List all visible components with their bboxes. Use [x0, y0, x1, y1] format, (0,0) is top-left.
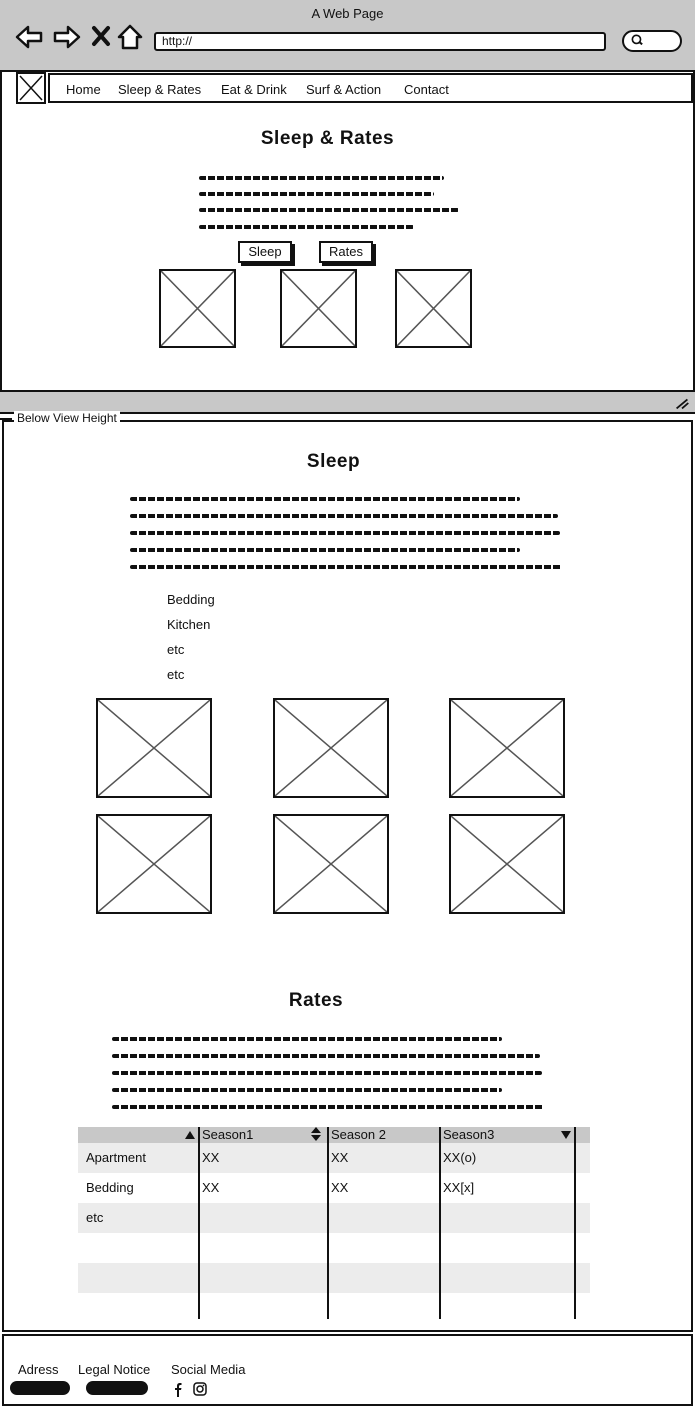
- table-cell: XX: [202, 1150, 220, 1165]
- footer-address-label: Adress: [18, 1362, 59, 1377]
- sleep-button[interactable]: Sleep: [238, 241, 292, 263]
- rates-button[interactable]: Rates: [319, 241, 373, 263]
- sort-desc-icon[interactable]: [561, 1131, 571, 1139]
- page-title: Sleep & Rates: [260, 128, 395, 149]
- facebook-icon[interactable]: [172, 1381, 184, 1397]
- main-nav: Home Sleep & Rates Eat & Drink Surf & Ac…: [48, 73, 693, 103]
- sort-both-icon[interactable]: [311, 1127, 321, 1141]
- resize-handle-icon[interactable]: [673, 396, 691, 410]
- sort-asc-icon[interactable]: [185, 1131, 195, 1139]
- table-row[interactable]: [78, 1263, 590, 1293]
- url-bar[interactable]: http://: [154, 32, 606, 51]
- amenity-item: Kitchen: [167, 617, 211, 632]
- image-placeholder: [96, 698, 212, 798]
- table-row[interactable]: [78, 1233, 590, 1263]
- browser-search-field[interactable]: [622, 30, 682, 52]
- column-header-season3[interactable]: Season3: [443, 1127, 494, 1142]
- column-divider: [574, 1127, 576, 1319]
- table-cell: Apartment: [86, 1150, 146, 1165]
- column-divider: [327, 1127, 329, 1319]
- rates-table: Season1 Season 2 Season3 Apartment XX XX…: [78, 1127, 590, 1319]
- table-cell: XX(o): [443, 1150, 477, 1165]
- instagram-icon[interactable]: [193, 1382, 207, 1396]
- image-placeholder: [395, 269, 472, 348]
- window-title: A Web Page: [311, 6, 384, 21]
- table-row[interactable]: Bedding XX XX XX[x]: [78, 1173, 590, 1203]
- footer-social-label: Social Media: [171, 1362, 246, 1377]
- table-header: Season1 Season 2 Season3: [78, 1127, 590, 1143]
- stop-x-icon[interactable]: [88, 22, 118, 52]
- image-placeholder: [273, 698, 389, 798]
- below-fold-label: Below View Height: [14, 411, 120, 425]
- site-logo[interactable]: [16, 72, 46, 104]
- table-cell: XX: [331, 1180, 349, 1195]
- column-divider: [198, 1127, 200, 1319]
- amenity-item: Bedding: [167, 592, 215, 607]
- nav-home[interactable]: Home: [66, 82, 101, 97]
- nav-contact[interactable]: Contact: [404, 82, 449, 97]
- table-cell: etc: [86, 1210, 104, 1225]
- column-divider: [439, 1127, 441, 1319]
- image-placeholder: [449, 698, 565, 798]
- image-placeholder: [449, 814, 565, 914]
- image-placeholder: [159, 269, 236, 348]
- back-arrow-icon[interactable]: [14, 22, 44, 52]
- viewport-frame: [0, 72, 695, 402]
- table-row[interactable]: Apartment XX XX XX(o): [78, 1143, 590, 1173]
- column-header-season2[interactable]: Season 2: [331, 1127, 386, 1142]
- nav-eat-drink[interactable]: Eat & Drink: [221, 82, 287, 97]
- image-placeholder: [96, 814, 212, 914]
- address-scribble: [10, 1381, 70, 1395]
- table-cell: Bedding: [86, 1180, 134, 1195]
- nav-surf-action[interactable]: Surf & Action: [306, 82, 381, 97]
- home-icon[interactable]: [116, 22, 146, 52]
- footer-legal-label[interactable]: Legal Notice: [78, 1362, 150, 1377]
- forward-arrow-icon[interactable]: [52, 22, 82, 52]
- nav-sleep-rates[interactable]: Sleep & Rates: [118, 82, 201, 97]
- image-placeholder: [273, 814, 389, 914]
- column-header-season1[interactable]: Season1: [202, 1127, 253, 1142]
- amenity-item: etc: [167, 642, 185, 657]
- search-icon: [631, 34, 643, 46]
- sleep-section-title: Sleep: [306, 451, 361, 472]
- image-placeholder: [280, 269, 357, 348]
- table-cell: XX[x]: [443, 1180, 475, 1195]
- rates-section-title: Rates: [288, 990, 344, 1011]
- table-cell: XX: [202, 1180, 220, 1195]
- table-cell: XX: [331, 1150, 349, 1165]
- legal-scribble: [86, 1381, 148, 1395]
- frame-divider: [0, 418, 12, 420]
- table-row[interactable]: etc: [78, 1203, 590, 1233]
- amenity-item: etc: [167, 667, 185, 682]
